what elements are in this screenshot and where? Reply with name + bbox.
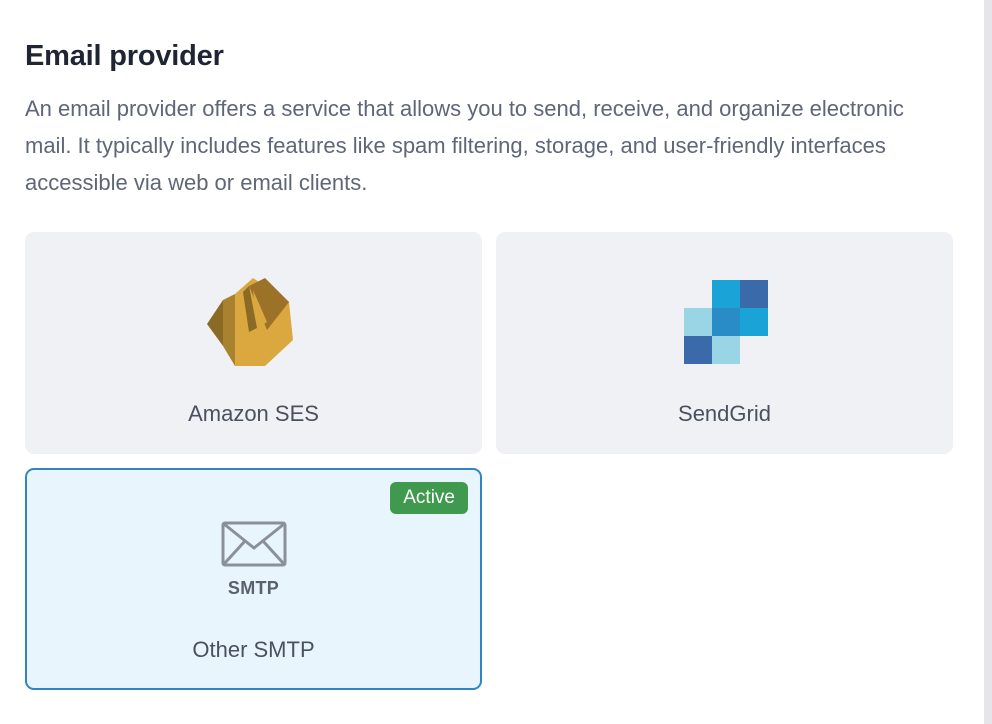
section-title: Email provider (25, 40, 224, 72)
scrollbar-track[interactable] (984, 0, 992, 724)
provider-card-other-smtp[interactable]: Active SMTP Other SMTP (25, 468, 482, 690)
provider-label: Other SMTP (192, 637, 315, 662)
section-description: An email provider offers a service that … (25, 96, 904, 195)
provider-label: Amazon SES (188, 401, 319, 426)
provider-card-sendgrid[interactable]: SendGrid (496, 232, 953, 454)
active-badge: Active (390, 482, 468, 514)
amazon-ses-logo (207, 278, 293, 366)
sendgrid-logo (684, 280, 768, 364)
provider-label: SendGrid (678, 401, 771, 426)
smtp-logo-text: SMTP (227, 578, 280, 598)
envelope-icon (221, 521, 287, 567)
provider-card-amazon-ses[interactable]: Amazon SES (25, 232, 482, 454)
